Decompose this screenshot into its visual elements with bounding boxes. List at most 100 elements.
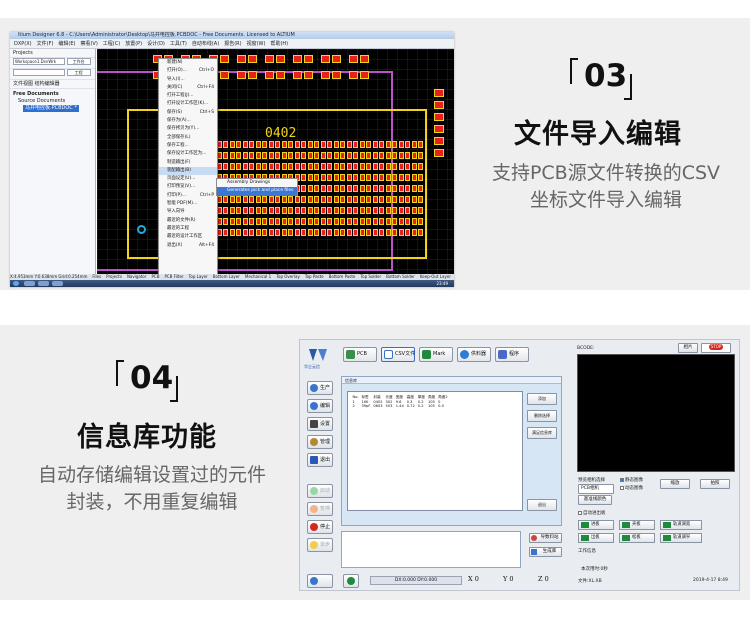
file-menu-item[interactable]: 导入向导	[159, 208, 217, 216]
menu-item[interactable]: 设计(D)	[147, 41, 165, 47]
file-menu-item[interactable]: 新建(N)	[159, 59, 217, 67]
file-menu-item[interactable]: 最近的文件(R)	[159, 217, 217, 225]
edit-button[interactable]: 编辑	[307, 399, 333, 413]
add-button[interactable]: 添加	[527, 393, 557, 405]
baseline-color-button[interactable]: 基准线颜色	[578, 495, 612, 505]
csv-file-button[interactable]: CSV文件	[381, 347, 415, 362]
program-button[interactable]: 程序	[495, 347, 529, 362]
layer-tab[interactable]: Projects	[106, 274, 122, 279]
menu-item[interactable]: 工程(C)	[103, 41, 120, 47]
file-menu-item[interactable]: 装配输出(B)	[159, 166, 217, 176]
file-menu-item[interactable]: 全部保存(L)	[159, 134, 217, 142]
start-icon[interactable]	[13, 281, 19, 286]
board-out-button[interactable]: 出板	[578, 533, 614, 543]
tree-file-selected[interactable]: 马井电控板.PCBDOC *	[23, 105, 79, 112]
exit-button-side[interactable]: 退出	[307, 453, 333, 467]
file-menu-item[interactable]: 保存设计工作区为...	[159, 150, 217, 158]
file-menu-item[interactable]: 退出(X) Alt+F4	[159, 242, 217, 250]
project-select[interactable]	[13, 69, 65, 76]
snapshot-button[interactable]: 拍照	[700, 479, 730, 489]
pcb-canvas[interactable]: 0402	[97, 49, 454, 274]
file-menu-item[interactable]: 制造输出(F)	[159, 159, 217, 167]
layer-tab[interactable]: Mechanical 1	[245, 274, 271, 279]
fill-library-button[interactable]: 满足信息库	[527, 427, 557, 439]
menu-item[interactable]: DXP(X)	[14, 41, 32, 47]
file-menu-item[interactable]: 打印(P)... Ctrl+P	[159, 192, 217, 200]
rail-narrow-button[interactable]: 轨道调窄	[660, 533, 702, 543]
file-menu-item[interactable]: 保存为(A)...	[159, 117, 217, 125]
layer-tab[interactable]: Top Overlay	[276, 274, 300, 279]
layer-tab[interactable]: Top Solder	[360, 274, 381, 279]
reset-button[interactable]	[307, 574, 333, 588]
file-menu-item[interactable]: 智能 PDF(M)...	[159, 200, 217, 208]
rail-widen-button[interactable]: 轨道调宽	[660, 520, 702, 530]
file-menu-item[interactable]: 保存拷贝为(Y)...	[159, 125, 217, 133]
file-menu-item[interactable]: 最近的工程	[159, 225, 217, 233]
panel-view-tabs[interactable]: 文件视图 结构编辑器	[10, 80, 95, 89]
menu-item[interactable]: 放置(P)	[125, 41, 142, 47]
camera-view[interactable]	[577, 354, 735, 472]
feeder-button[interactable]: 供料器	[457, 347, 491, 362]
step-button[interactable]: 单步	[307, 538, 333, 552]
workspace-button[interactable]: 工作台	[66, 58, 91, 65]
file-menu-item[interactable]: 打开(O)... Ctrl+O	[159, 67, 217, 75]
layer-tab[interactable]: Top Layer	[189, 274, 208, 279]
file-menu-item[interactable]: 保存(S) Ctrl+S	[159, 109, 217, 117]
info-library-table[interactable]: No. 标签 封装 长度 宽度 高度 厚度 角度 角度2 1 10K 0402 302 9.6 0.3 0.…	[347, 391, 523, 511]
file-menu-item[interactable]: 关闭(C) Ctrl+F4	[159, 84, 217, 92]
project-button[interactable]: 工程	[66, 69, 91, 76]
layer-tab[interactable]: Keep-Out Layer	[420, 274, 451, 279]
file-menu-item[interactable]: 页面设定(U)...	[159, 175, 217, 183]
zoom-button[interactable]: 缩放	[660, 479, 690, 489]
menu-item[interactable]: 察看(V)	[80, 41, 97, 47]
submenu-item-pick-and-place[interactable]: Generates pick and place files	[217, 187, 297, 196]
layer-tab[interactable]: Bottom Layer	[213, 274, 240, 279]
menu-item[interactable]: 编辑(E)	[58, 41, 75, 47]
menu-item[interactable]: 报告(R)	[224, 41, 241, 47]
menu-item[interactable]: 帮助(H)	[270, 41, 288, 47]
locate-button[interactable]	[343, 574, 359, 588]
camera-select[interactable]: PCB相机	[578, 484, 614, 494]
file-menu-item[interactable]: 导入(I)...	[159, 76, 217, 84]
clamp-button[interactable]: 夹板	[619, 520, 655, 530]
release-button[interactable]: 松板	[619, 533, 655, 543]
menu-item[interactable]: 文件(F)	[37, 41, 54, 47]
layer-tab[interactable]: Bottom Paste	[329, 274, 356, 279]
menu-item[interactable]: 自动布线(A)	[192, 41, 219, 47]
layer-tab[interactable]: PCB	[152, 274, 160, 279]
load-feeder-button[interactable]: 导数料站	[529, 533, 562, 543]
mark-button[interactable]: Mark	[419, 347, 453, 362]
pcb-button[interactable]: PCB	[343, 347, 377, 362]
taskbar-app-icon[interactable]	[24, 281, 35, 286]
layer-tab[interactable]: Navigator	[127, 274, 147, 279]
taskbar-app-icon[interactable]	[52, 281, 63, 286]
file-menu-item[interactable]: 打印预览(V)...	[159, 183, 217, 191]
workspace-select[interactable]: Workspace1.DsnWrk	[13, 58, 65, 65]
file-menu-item[interactable]: 保存工程...	[159, 142, 217, 150]
layer-tab[interactable]: Top Paste	[305, 274, 324, 279]
layer-tab[interactable]: Files	[92, 274, 101, 279]
camera-stop-button[interactable]: STOP	[701, 343, 731, 353]
stop-button[interactable]: 停止	[307, 520, 333, 534]
photo-capture-button[interactable]: 相片	[678, 343, 698, 353]
dynamic-image-checkbox[interactable]	[620, 485, 624, 490]
start-button[interactable]: 启动	[307, 484, 333, 498]
production-button[interactable]: 生产	[307, 381, 333, 395]
file-menu-item[interactable]: 打开设计工作区(K)...	[159, 100, 217, 108]
taskbar-app-icon[interactable]	[38, 281, 49, 286]
tree-root[interactable]: Free Documents	[13, 91, 92, 98]
manage-button[interactable]: 管理	[307, 435, 333, 449]
exit-panel-button[interactable]: 退出	[527, 499, 557, 511]
file-menu-item[interactable]: 打开工程(J)...	[159, 92, 217, 100]
table-row[interactable]: 2 39pF 0603 503 1.44 0.72 0.2 105 0.0	[351, 404, 449, 409]
delete-selected-button[interactable]: 删除选择	[527, 410, 557, 422]
menu-item[interactable]: 工具(T)	[170, 41, 187, 47]
submenu-item-assembly-drawings[interactable]: Assembly Drawings	[217, 179, 297, 187]
file-menu-item[interactable]: 最近的设计工作区	[159, 233, 217, 241]
layer-tab[interactable]: Bottom Solder	[386, 274, 415, 279]
board-in-button[interactable]: 进板	[578, 520, 614, 530]
pause-button[interactable]: 暂停	[307, 502, 333, 516]
menu-item[interactable]: 视窗(W)	[247, 41, 266, 47]
static-image-checkbox[interactable]	[620, 477, 624, 482]
layer-tab[interactable]: PCB Filter	[164, 274, 183, 279]
